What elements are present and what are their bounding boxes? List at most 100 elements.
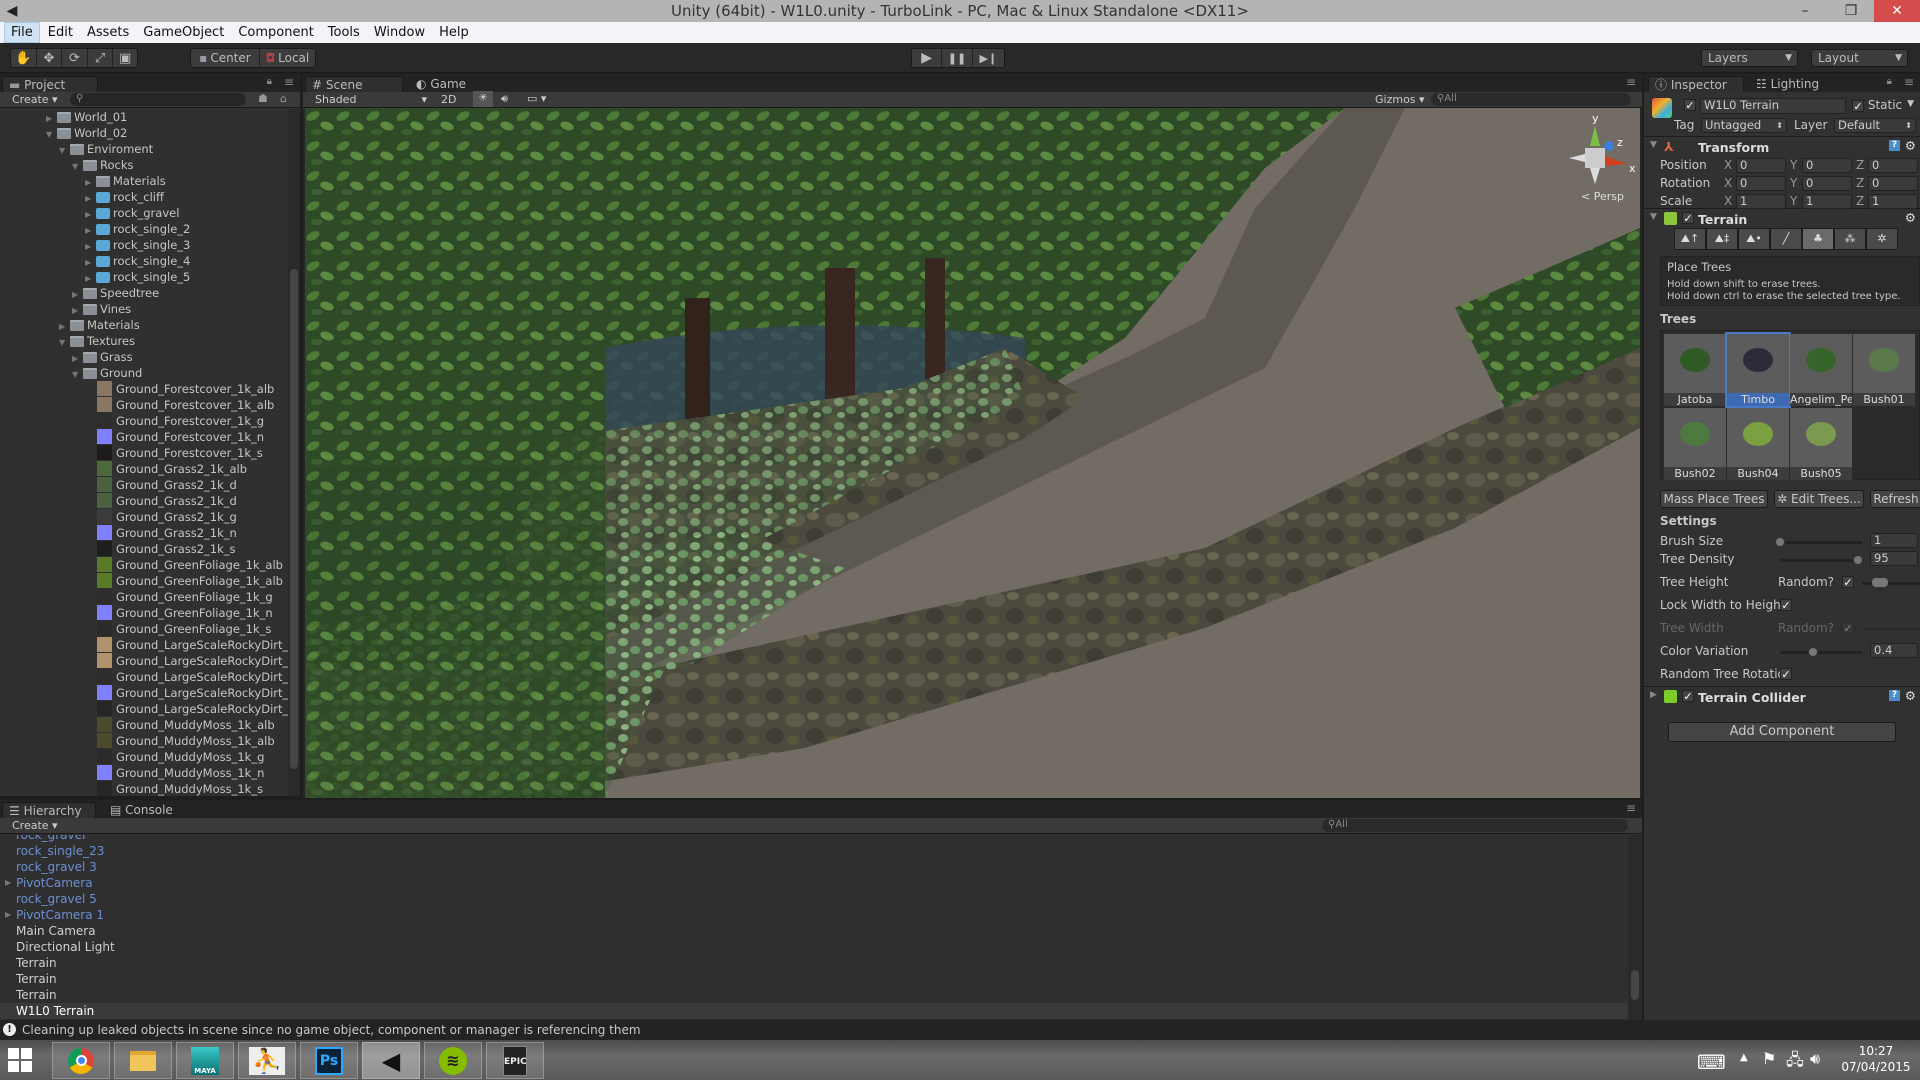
terrain-collider-header[interactable]: ▶ ✓ Terrain Collider ? ⚙ xyxy=(1644,686,1920,706)
panel-menu-icon[interactable]: ≡ xyxy=(1904,75,1914,89)
foldout-open-icon[interactable]: ▼ xyxy=(59,143,70,159)
terrain-header[interactable]: ▼ ✓ Terrain ⚙ xyxy=(1644,208,1920,228)
terrain-collider-enabled-checkbox[interactable]: ✓ xyxy=(1682,690,1694,702)
texture-item[interactable]: Ground_Forestcover_1k_s xyxy=(116,445,263,461)
lock-width-checkbox[interactable]: ✓ xyxy=(1780,599,1792,611)
taskbar-spotify[interactable]: ≋ xyxy=(424,1042,482,1079)
tree-height-range-thumb[interactable] xyxy=(1872,578,1888,587)
texture-item[interactable]: Ground_Grass2_1k_d xyxy=(116,477,237,493)
menu-edit[interactable]: Edit xyxy=(42,23,79,42)
rect-tool-icon[interactable]: ▣ xyxy=(113,49,137,67)
texture-item[interactable]: Ground_LargeScaleRockyDirt_ xyxy=(116,637,288,653)
texture-item[interactable]: Ground_Grass2_1k_d xyxy=(116,493,237,509)
rotate-tool-icon[interactable]: ⟳ xyxy=(62,49,88,67)
hierarchy-item[interactable]: rock_gravel 5 xyxy=(16,891,97,907)
texture-item[interactable]: Ground_MuddyMoss_1k_s xyxy=(116,781,263,796)
project-search-input[interactable]: ⚲ xyxy=(70,93,246,106)
project-item[interactable]: ▶ rock_single_5 xyxy=(85,269,190,285)
texture-item[interactable]: Ground_LargeScaleRockyDirt_ xyxy=(116,685,288,701)
project-item[interactable]: ▶ rock_single_4 xyxy=(85,253,190,269)
maximize-button[interactable]: ❐ xyxy=(1828,0,1874,22)
refresh-button[interactable]: Refresh xyxy=(1870,490,1920,508)
hierarchy-item[interactable]: Terrain xyxy=(16,955,57,971)
tab-scene[interactable]: # Scene xyxy=(305,76,403,92)
minimize-button[interactable]: – xyxy=(1782,0,1828,22)
volume-icon[interactable]: 🔊︎ xyxy=(1810,1049,1820,1069)
tag-dropdown[interactable]: Untagged ⬍ xyxy=(1701,118,1787,133)
layers-dropdown[interactable]: Layers ▼ xyxy=(1701,49,1798,67)
foldout-open-icon[interactable]: ▼ xyxy=(1650,140,1657,150)
scale-tool-icon[interactable]: ⤢ xyxy=(88,49,114,67)
hierarchy-item[interactable]: Directional Light xyxy=(16,939,115,955)
foldout-open-icon[interactable]: ▼ xyxy=(59,335,70,351)
gizmo-cube[interactable] xyxy=(1585,148,1605,168)
hierarchy-item[interactable]: rock_gravel xyxy=(16,835,85,843)
tree-density-slider-thumb[interactable] xyxy=(1852,555,1863,565)
transform-scale-x-field[interactable]: 1 xyxy=(1736,194,1786,209)
add-component-button[interactable]: Add Component xyxy=(1668,722,1896,742)
layer-dropdown[interactable]: Default ⬍ xyxy=(1834,118,1916,133)
layout-dropdown[interactable]: Layout ▼ xyxy=(1811,49,1908,67)
system-clock[interactable]: 10:27 07/04/2015 xyxy=(1840,1043,1912,1075)
project-item[interactable]: ▼ Textures xyxy=(59,333,135,349)
panel-menu-icon[interactable]: ≡ xyxy=(284,75,294,89)
taskbar-chrome[interactable] xyxy=(52,1042,110,1079)
project-item[interactable]: ▶ Materials xyxy=(85,173,166,189)
project-item[interactable]: ▼ Ground xyxy=(72,365,142,381)
transform-rotation-y-field[interactable]: 0 xyxy=(1802,176,1852,191)
tab-hierarchy[interactable]: ☰ Hierarchy xyxy=(2,802,96,818)
foldout-open-icon[interactable]: ▼ xyxy=(72,367,83,383)
project-item[interactable]: ▶ Vines xyxy=(72,301,131,317)
texture-item[interactable]: Ground_Grass2_1k_alb xyxy=(116,461,247,477)
transform-position-x-field[interactable]: 0 xyxy=(1736,158,1786,173)
transform-position-y-field[interactable]: 0 xyxy=(1802,158,1852,173)
project-item[interactable]: ▶ rock_cliff xyxy=(85,189,164,205)
tree-prototype[interactable]: Angelim_Pedra xyxy=(1790,334,1852,406)
texture-item[interactable]: Ground_GreenFoliage_1k_alb xyxy=(116,557,283,573)
project-item[interactable]: ▶ rock_single_3 xyxy=(85,237,190,253)
texture-item[interactable]: Ground_Forestcover_1k_n xyxy=(116,429,264,445)
texture-item[interactable]: Ground_Forestcover_1k_alb xyxy=(116,381,274,397)
shading-mode-dropdown[interactable]: Shaded ▾ xyxy=(315,93,427,106)
random-rotation-checkbox[interactable]: ✓ xyxy=(1780,668,1792,680)
tab-lighting[interactable]: ☷ Lighting xyxy=(1750,76,1840,92)
scroll-thumb[interactable] xyxy=(290,269,298,769)
hierarchy-search-input[interactable]: ⚲All xyxy=(1322,819,1628,832)
hierarchy-scrollbar[interactable] xyxy=(1628,835,1642,1020)
tree-height-range-slider[interactable] xyxy=(1862,582,1920,585)
texture-item[interactable]: Ground_Grass2_1k_g xyxy=(116,509,237,525)
foldout-closed-icon[interactable]: ▶ xyxy=(1650,690,1657,700)
menu-file[interactable]: File xyxy=(4,22,40,43)
scene-viewport[interactable]: y z x < Persp xyxy=(305,108,1640,798)
foldout-closed-icon[interactable]: ▶ xyxy=(5,875,11,891)
terrain-settings-tool-icon[interactable]: ✲ xyxy=(1866,228,1898,250)
gizmos-dropdown[interactable]: Gizmos ▾ xyxy=(1375,93,1425,106)
static-checkbox[interactable]: ✓ Static xyxy=(1852,98,1902,112)
tab-inspector[interactable]: ⓘ Inspector xyxy=(1648,76,1744,92)
keyboard-icon[interactable]: ⌨ xyxy=(1697,1050,1726,1074)
tree-prototype[interactable]: Jatoba xyxy=(1664,334,1726,406)
edit-trees-button[interactable]: ✲ Edit Trees... xyxy=(1774,490,1864,508)
active-checkbox[interactable]: ✓ xyxy=(1684,99,1696,111)
texture-item[interactable]: Ground_MuddyMoss_1k_alb xyxy=(116,733,275,749)
texture-item[interactable]: Ground_MuddyMoss_1k_n xyxy=(116,765,264,781)
texture-item[interactable]: Ground_Forestcover_1k_g xyxy=(116,413,264,429)
foldout-closed-icon[interactable]: ▶ xyxy=(5,907,11,923)
panel-menu-icon[interactable]: ≡ xyxy=(1626,75,1636,89)
mass-place-trees-button[interactable]: Mass Place Trees xyxy=(1660,490,1768,508)
start-button[interactable] xyxy=(8,1048,32,1072)
pivot-center-toggle[interactable]: ▪ Center xyxy=(191,49,260,67)
raise-lower-tool-icon[interactable]: ⛰↑ xyxy=(1674,228,1706,250)
gear-icon[interactable]: ⚙ xyxy=(1905,138,1916,153)
filter-by-label-icon[interactable]: ⌂ xyxy=(280,92,287,105)
texture-item[interactable]: Ground_LargeScaleRockyDirt_ xyxy=(116,653,288,669)
lock-icon[interactable]: 🔒︎ xyxy=(267,76,272,87)
scene-search-input[interactable]: ⚲All xyxy=(1431,93,1631,106)
menu-help[interactable]: Help xyxy=(433,23,475,42)
tree-prototype[interactable]: Bush01 xyxy=(1853,334,1915,406)
project-scrollbar[interactable] xyxy=(288,109,300,796)
action-center-flag-icon[interactable]: ⚑ xyxy=(1762,1049,1776,1068)
pivot-local-toggle[interactable]: ◘ Local xyxy=(260,49,315,67)
hand-tool-icon[interactable]: ✋ xyxy=(11,49,37,67)
scroll-thumb[interactable] xyxy=(1631,970,1639,1000)
